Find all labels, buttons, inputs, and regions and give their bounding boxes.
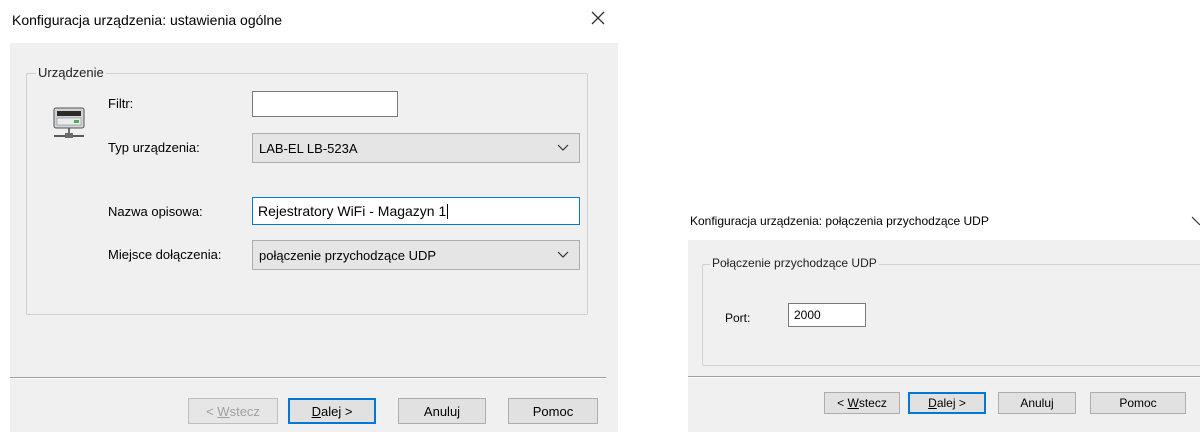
device-type-label: Typ urządzenia: — [108, 140, 200, 155]
next-button[interactable]: Dalej > — [908, 392, 986, 414]
back-button-label: stecz — [858, 396, 887, 410]
device-type-select[interactable]: LAB-EL LB-523A — [252, 133, 580, 163]
back-button[interactable]: < Wstecz — [824, 392, 900, 414]
next-button-accel: D — [311, 403, 321, 419]
help-button[interactable]: Pomoc — [1090, 392, 1186, 414]
groupbox-label: Połączenie przychodzące UDP — [710, 256, 879, 270]
dialog-udp-connection: Konfiguracja urządzenia: połączenia przy… — [680, 204, 1200, 432]
cancel-button[interactable]: Anuluj — [398, 398, 486, 424]
port-label: Port: — [725, 311, 751, 325]
close-icon[interactable] — [587, 7, 609, 29]
back-button-prefix: < — [206, 403, 218, 419]
dialog-body: Urządzenie Filtr: Typ urządzenia: LAB-EL… — [10, 43, 618, 432]
back-button-prefix: < — [837, 396, 848, 410]
dialog-title: Konfiguracja urządzenia: ustawienia ogól… — [12, 12, 283, 28]
filter-input[interactable] — [252, 91, 398, 117]
next-button[interactable]: Dalej > — [288, 398, 376, 424]
cancel-button[interactable]: Anuluj — [998, 392, 1076, 414]
button-separator-highlight — [688, 377, 1200, 378]
dialog-body: Połączenie przychodzące UDP Port: 2000 <… — [688, 240, 1200, 432]
description-name-label: Nazwa opisowa: — [108, 204, 203, 219]
next-button-label: alej > — [320, 403, 353, 419]
button-separator-highlight — [10, 378, 606, 379]
attach-place-label: Miejsce dołączenia: — [108, 247, 222, 262]
filter-label: Filtr: — [108, 96, 134, 111]
device-type-value: LAB-EL LB-523A — [259, 140, 358, 156]
back-button[interactable]: < Wstecz — [188, 398, 278, 424]
next-button-label: alej > — [936, 396, 966, 410]
dialog-general-settings: Konfiguracja urządzenia: ustawienia ogól… — [0, 0, 618, 432]
description-name-value: Rejestratory WiFi - Magazyn 1 — [258, 203, 447, 219]
port-input[interactable]: 2000 — [788, 303, 866, 327]
close-icon[interactable] — [1190, 214, 1200, 230]
attach-place-select[interactable]: połączenie przychodzące UDP — [252, 240, 580, 270]
text-caret — [447, 203, 449, 219]
udp-groupbox — [702, 264, 1200, 366]
chevron-down-icon — [557, 141, 569, 158]
chevron-down-icon — [557, 248, 569, 265]
dialog-title: Konfiguracja urządzenia: połączenia przy… — [690, 214, 989, 228]
description-name-input[interactable]: Rejestratory WiFi - Magazyn 1 — [252, 197, 580, 225]
next-button-accel: D — [928, 396, 937, 410]
back-button-accel: W — [217, 403, 230, 419]
help-button[interactable]: Pomoc — [508, 398, 598, 424]
back-button-label: stecz — [229, 403, 260, 419]
network-device-icon — [50, 106, 90, 142]
attach-place-value: połączenie przychodzące UDP — [259, 247, 437, 263]
back-button-accel: W — [847, 396, 859, 410]
groupbox-label: Urządzenie — [36, 65, 106, 80]
